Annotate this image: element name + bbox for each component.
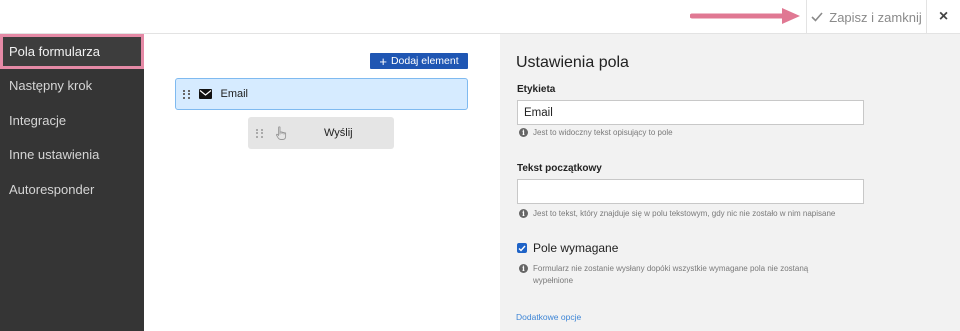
required-checkbox-row[interactable]: Pole wymagane (517, 241, 618, 255)
sidebar-item-label: Integracje (9, 112, 67, 128)
save-and-close-button[interactable]: Zapisz i zamknij (806, 0, 926, 34)
pointer-arrow-icon (690, 8, 800, 24)
top-bar: Zapisz i zamknij × (0, 0, 960, 34)
close-icon: × (938, 8, 949, 25)
envelope-icon (198, 89, 212, 99)
initial-text-input[interactable] (517, 179, 864, 204)
required-hint-text: Formularz nie zostanie wysłany dopóki ws… (533, 264, 809, 285)
sidebar-item-label: Następny krok (9, 78, 93, 94)
form-field-label: Email (220, 88, 249, 100)
sidebar: Pola formularza Następny krok Integracje… (0, 34, 144, 331)
label-input[interactable]: Email (517, 100, 864, 125)
sidebar-item-other-settings[interactable]: Inne ustawienia (0, 138, 144, 173)
form-field-submit[interactable]: Wyślij (248, 117, 394, 149)
form-field-email[interactable]: Email (175, 78, 468, 110)
required-checkbox[interactable] (517, 243, 527, 253)
initial-text-heading: Tekst początkowy (517, 163, 602, 174)
info-icon: i (519, 128, 528, 137)
sidebar-item-label: Inne ustawienia (9, 147, 100, 163)
hand-pointer-icon (275, 126, 288, 140)
save-and-close-label: Zapisz i zamknij (829, 9, 922, 25)
form-field-label: Wyślij (324, 127, 353, 139)
panel-title: Ustawienia pola (516, 54, 629, 71)
form-canvas: + Dodaj element Email Wyślij (144, 34, 500, 331)
info-icon: i (519, 264, 528, 273)
label-heading: Etykieta (517, 84, 556, 95)
drag-handle-icon[interactable] (183, 89, 191, 99)
required-hint: i Formularz nie zostanie wysłany dopóki … (519, 263, 839, 287)
field-settings-panel: Ustawienia pola Etykieta Email i Jest to… (500, 34, 960, 331)
add-element-button[interactable]: + Dodaj element (370, 53, 468, 69)
sidebar-item-label: Pola formularza (9, 43, 101, 59)
add-element-label: Dodaj element (390, 55, 459, 67)
initial-text-hint-text: Jest to tekst, który znajduje się w polu… (533, 209, 836, 218)
drag-handle-icon[interactable] (256, 128, 264, 138)
sidebar-item-form-fields[interactable]: Pola formularza (0, 34, 144, 69)
more-options-link[interactable]: Dodatkowe opcje (516, 312, 581, 322)
sidebar-item-integrations[interactable]: Integracje (0, 103, 144, 138)
sidebar-item-next-step[interactable]: Następny krok (0, 69, 144, 104)
label-hint-text: Jest to widoczny tekst opisujący to pole (533, 128, 673, 137)
initial-text-hint: i Jest to tekst, który znajduje się w po… (519, 208, 835, 220)
sidebar-item-label: Autoresponder (9, 181, 95, 197)
required-label: Pole wymagane (533, 241, 619, 255)
info-icon: i (519, 209, 528, 218)
sidebar-item-autoresponder[interactable]: Autoresponder (0, 172, 144, 207)
label-hint: i Jest to widoczny tekst opisujący to po… (519, 127, 673, 139)
close-button[interactable]: × (926, 0, 960, 34)
checkmark-icon (811, 12, 823, 22)
plus-icon: + (379, 53, 387, 69)
